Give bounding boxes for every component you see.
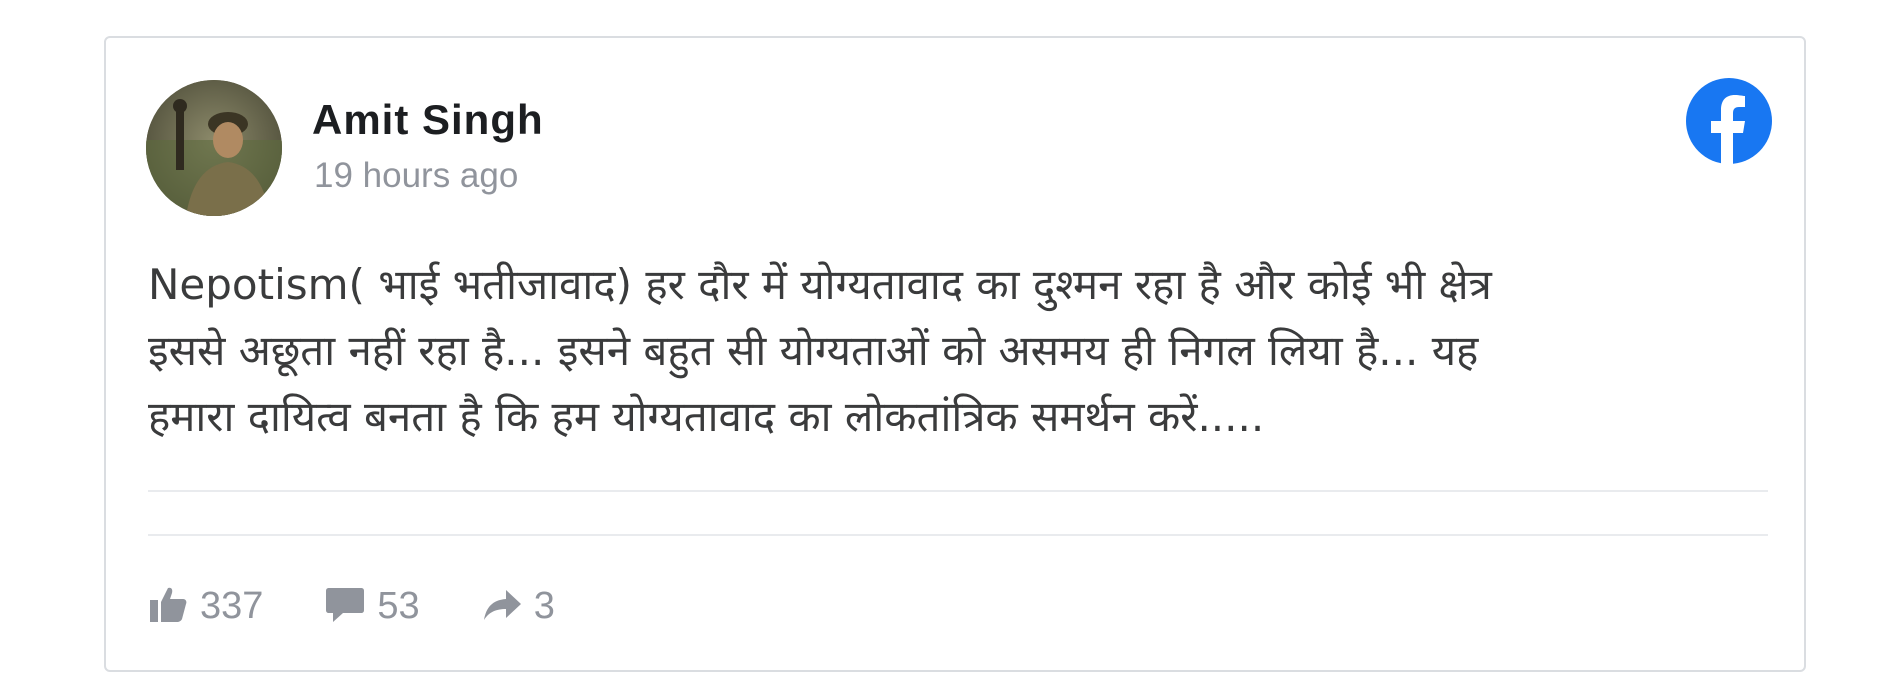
post-text-line: Nepotism( भाई भतीजावाद) हर दौर में योग्य… — [148, 260, 1492, 309]
post-timestamp[interactable]: 19 hours ago — [314, 156, 518, 196]
facebook-post-embed: Amit Singh 19 hours ago Nepotism( भाई भत… — [104, 36, 1806, 672]
author-name[interactable]: Amit Singh — [312, 96, 544, 144]
facebook-logo-icon[interactable] — [1686, 78, 1772, 164]
post-text-line: हमारा दायित्व बनता है कि हम योग्यतावाद क… — [148, 392, 1265, 441]
avatar[interactable] — [146, 80, 282, 216]
avatar-photo — [146, 80, 282, 216]
divider — [148, 534, 1768, 536]
page: Amit Singh 19 hours ago Nepotism( भाई भत… — [0, 0, 1882, 675]
post-text-line: इससे अछूता नहीं रहा है... इसने बहुत सी य… — [148, 326, 1479, 375]
post-text: Nepotism( भाई भतीजावाद) हर दौर में योग्य… — [148, 252, 1788, 450]
thumbs-up-icon — [148, 584, 188, 629]
share-arrow-icon — [482, 584, 522, 629]
divider — [148, 490, 1768, 492]
like-count: 337 — [200, 584, 264, 627]
comment-count: 53 — [377, 584, 420, 627]
engagement-bar: 337 53 3 — [148, 578, 617, 634]
like-button[interactable]: 337 — [148, 584, 263, 629]
comment-bubble-icon — [325, 584, 365, 629]
share-button[interactable]: 3 — [482, 584, 555, 629]
top-strip — [0, 0, 1882, 30]
comment-button[interactable]: 53 — [325, 584, 420, 629]
share-count: 3 — [533, 584, 555, 627]
